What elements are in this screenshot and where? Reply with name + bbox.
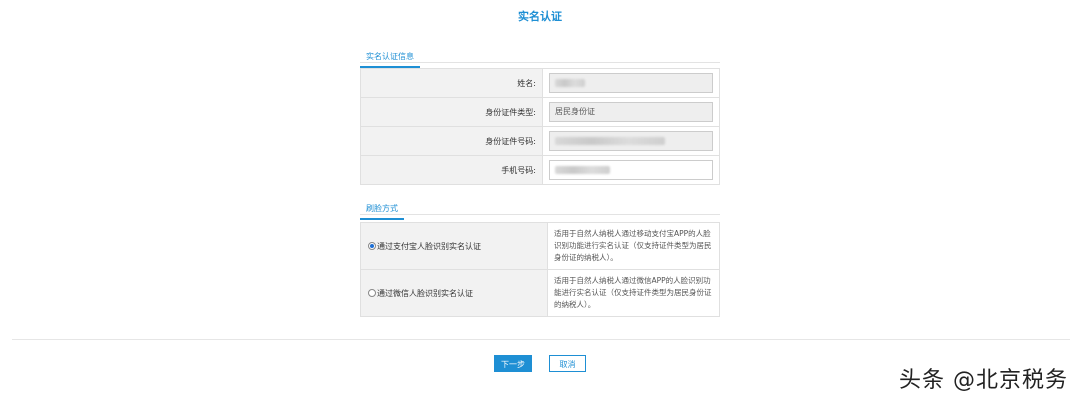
phone-row: 手机号码: <box>360 155 720 185</box>
name-field <box>549 73 713 93</box>
cancel-button[interactable]: 取消 <box>549 355 586 372</box>
id-number-field <box>549 131 713 151</box>
redacted-id-number <box>555 136 665 145</box>
watermark: 头条 @北京税务 <box>899 368 1068 393</box>
info-section-tab: 实名认证信息 <box>360 44 720 68</box>
id-type-label: 身份证件类型: <box>360 97 543 127</box>
alipay-option-row: 通过支付宝人脸识别实名认证 适用于自然人纳税人通过移动支付宝APP的人脸识别功能… <box>360 222 720 270</box>
face-section-tab-label[interactable]: 刷脸方式 <box>360 201 404 220</box>
wechat-radio[interactable] <box>368 289 376 297</box>
alipay-option-description: 适用于自然人纳税人通过移动支付宝APP的人脸识别功能进行实名认证（仅支持证件类型… <box>547 222 720 270</box>
face-section-tab: 刷脸方式 <box>360 196 720 220</box>
redacted-phone <box>555 165 610 174</box>
footer-divider <box>12 339 1070 340</box>
info-section-tab-label[interactable]: 实名认证信息 <box>360 49 420 68</box>
page-title: 实名认证 <box>518 10 562 23</box>
alipay-option-label: 通过支付宝人脸识别实名认证 <box>377 241 481 251</box>
wechat-option-label: 通过微信人脸识别实名认证 <box>377 288 473 298</box>
name-label: 姓名: <box>360 68 543 98</box>
wechat-option-row: 通过微信人脸识别实名认证 适用于自然人纳税人通过微信APP的人脸识别功能进行实名… <box>360 269 720 317</box>
id-number-row: 身份证件号码: <box>360 126 720 156</box>
id-number-label: 身份证件号码: <box>360 126 543 156</box>
wechat-option-description: 适用于自然人纳税人通过微信APP的人脸识别功能进行实名认证（仅支持证件类型为居民… <box>547 269 720 317</box>
phone-input[interactable] <box>549 160 713 180</box>
id-type-row: 身份证件类型: 居民身份证 <box>360 97 720 127</box>
alipay-radio[interactable] <box>368 242 376 250</box>
id-type-field: 居民身份证 <box>549 102 713 122</box>
identity-info-table: 姓名: 身份证件类型: 居民身份证 身份证件号码: 手机号码: <box>360 68 720 185</box>
next-step-button[interactable]: 下一步 <box>494 355 532 372</box>
face-method-table: 通过支付宝人脸识别实名认证 适用于自然人纳税人通过移动支付宝APP的人脸识别功能… <box>360 222 720 317</box>
redacted-name <box>555 78 585 87</box>
name-row: 姓名: <box>360 68 720 98</box>
wechat-option[interactable]: 通过微信人脸识别实名认证 <box>360 269 548 317</box>
alipay-option[interactable]: 通过支付宝人脸识别实名认证 <box>360 222 548 270</box>
phone-label: 手机号码: <box>360 155 543 185</box>
